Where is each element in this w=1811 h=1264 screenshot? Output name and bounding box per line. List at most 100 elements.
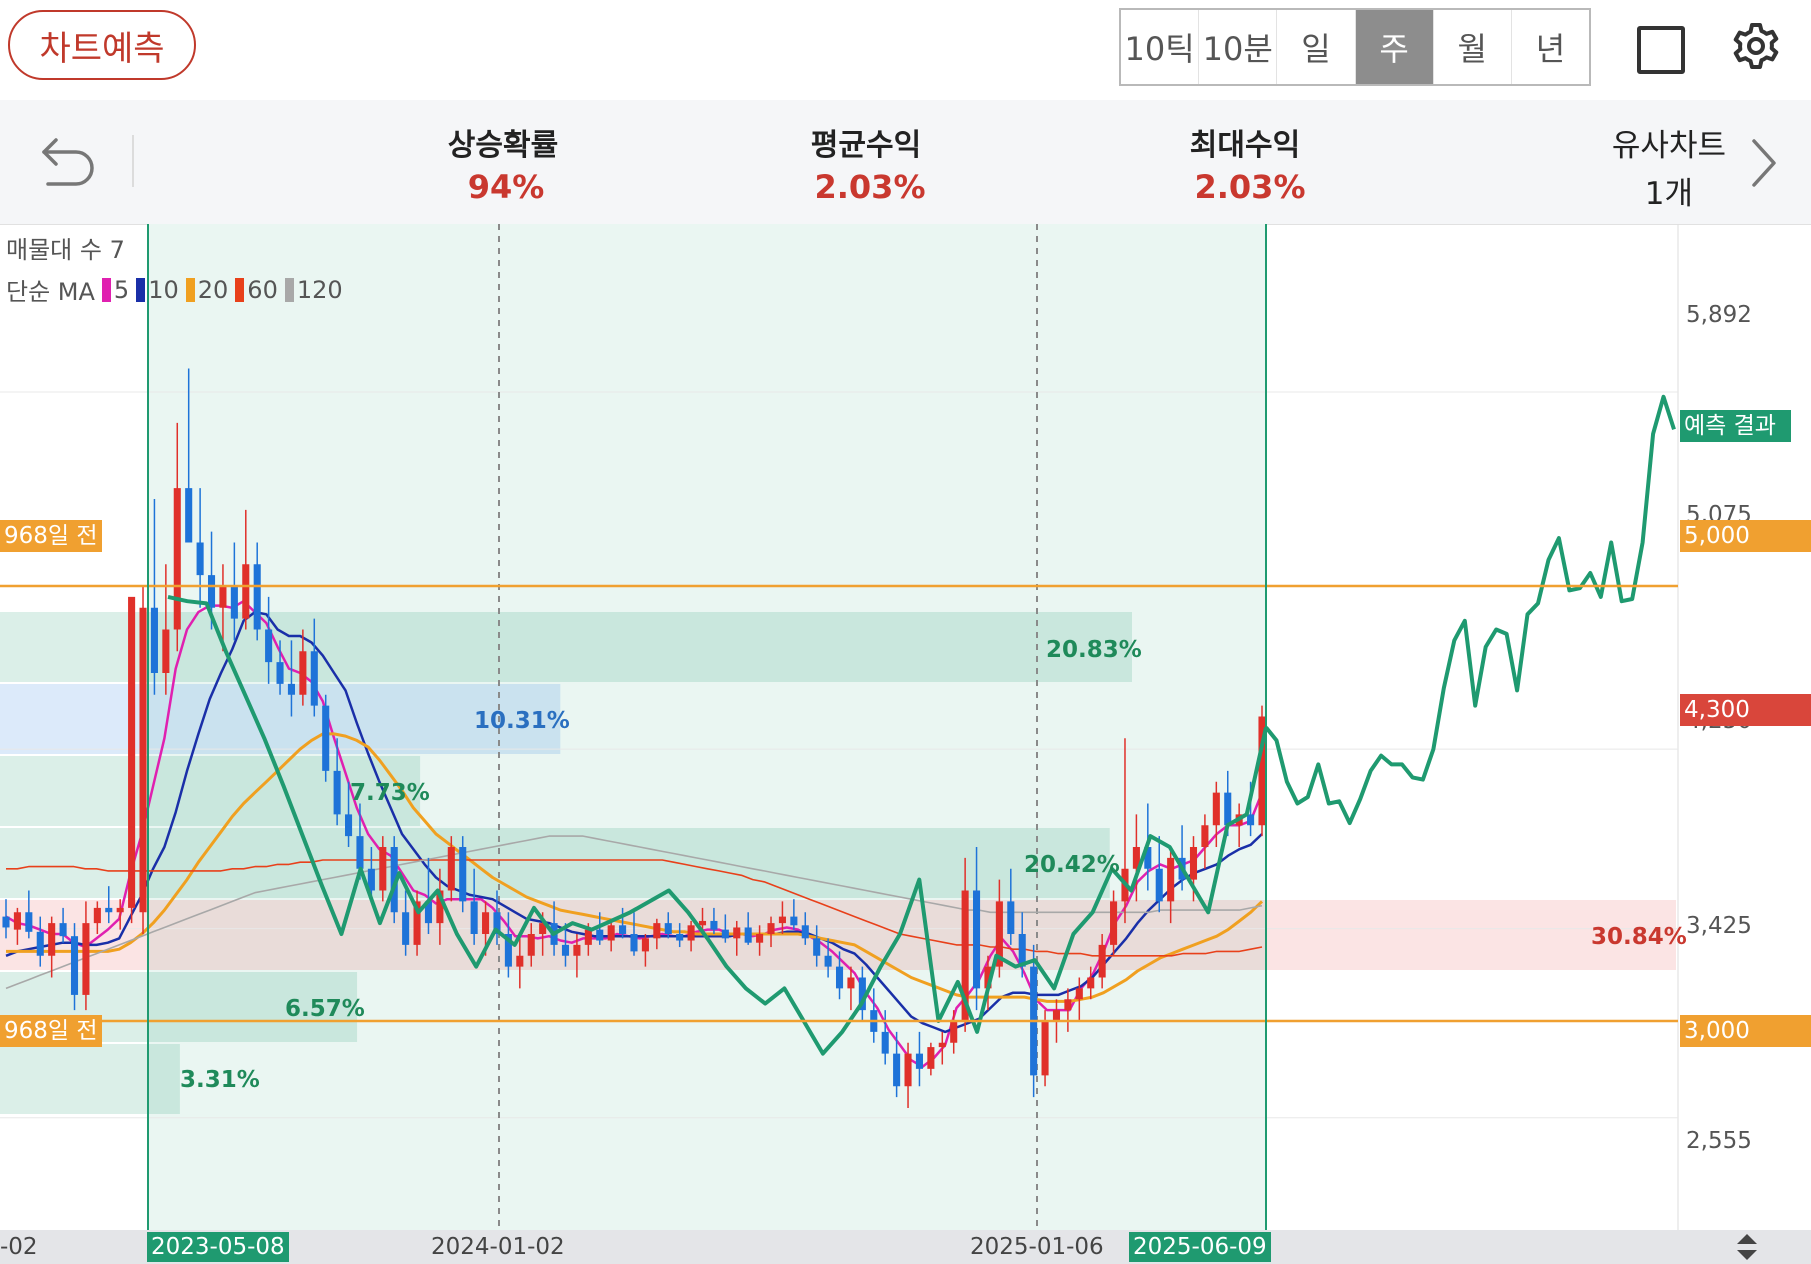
period-year-button[interactable]: 년 bbox=[1512, 10, 1589, 84]
candle-body bbox=[59, 923, 67, 937]
prediction-line bbox=[1264, 394, 1676, 826]
candle-body bbox=[139, 607, 147, 913]
candle-body bbox=[196, 542, 204, 576]
candle-body bbox=[128, 596, 136, 908]
candle-body bbox=[1167, 857, 1175, 902]
candle-body bbox=[1110, 901, 1118, 945]
ma5-swatch bbox=[101, 277, 111, 302]
candle-body bbox=[1201, 825, 1209, 847]
chevron-right-icon[interactable] bbox=[1748, 135, 1780, 191]
candle-body bbox=[219, 586, 227, 608]
gear-icon[interactable] bbox=[1728, 18, 1784, 74]
candle-body bbox=[893, 1053, 901, 1087]
candle-body bbox=[207, 575, 216, 608]
candle-body bbox=[459, 847, 467, 902]
candle-body bbox=[756, 934, 764, 943]
candle-body bbox=[470, 901, 478, 934]
candle-body bbox=[687, 925, 695, 941]
candle-body bbox=[36, 931, 44, 956]
ma120-swatch bbox=[284, 277, 294, 302]
candle-body bbox=[287, 683, 295, 695]
candle-body bbox=[847, 977, 855, 989]
candle-body bbox=[1007, 901, 1015, 934]
candle-body bbox=[1064, 999, 1072, 1011]
price-chart[interactable] bbox=[0, 224, 1811, 1230]
ma5-label: 5 bbox=[113, 275, 130, 304]
price-tick-2555: 2,555 bbox=[1686, 1128, 1752, 1154]
price-tag-3000: 3,000 bbox=[1680, 1015, 1811, 1047]
candle-body bbox=[573, 944, 581, 956]
x-label-left-cut: -02 bbox=[0, 1234, 38, 1260]
period-day-button[interactable]: 일 bbox=[1277, 10, 1356, 84]
period-10min-button[interactable]: 10분 bbox=[1199, 10, 1278, 84]
candle-body bbox=[253, 564, 261, 630]
candle-body bbox=[619, 925, 627, 934]
candle-body bbox=[482, 912, 490, 934]
candle-body bbox=[641, 938, 649, 952]
volume-profile-bar-7 bbox=[0, 1044, 180, 1114]
top-bar: 차트예측 10틱 10분 일 주 월 년 bbox=[0, 0, 1811, 100]
candle-body bbox=[664, 923, 672, 934]
scroll-arrows-icon[interactable] bbox=[1735, 1232, 1759, 1262]
candle-body bbox=[276, 662, 284, 684]
candle-body bbox=[242, 564, 250, 619]
undo-icon[interactable] bbox=[36, 132, 98, 188]
similar-chart-count[interactable]: 1개 bbox=[1560, 168, 1693, 213]
candle-body bbox=[698, 920, 707, 926]
candle-body bbox=[1155, 868, 1163, 902]
candle-body bbox=[561, 944, 570, 956]
price-tag-5000: 5,000 bbox=[1680, 520, 1811, 552]
period-10tick-button[interactable]: 10틱 bbox=[1121, 10, 1200, 84]
candle-body bbox=[185, 488, 193, 543]
period-month-button[interactable]: 월 bbox=[1434, 10, 1512, 84]
candle-body bbox=[710, 920, 718, 930]
x-label-2024: 2024-01-02 bbox=[431, 1234, 565, 1260]
candle-body bbox=[345, 814, 353, 837]
candle-body bbox=[607, 925, 615, 941]
ma120-label: 120 bbox=[296, 275, 343, 304]
ma10-label: 10 bbox=[148, 275, 179, 304]
candle-body bbox=[527, 934, 535, 956]
candle-body bbox=[744, 927, 752, 943]
candle-body bbox=[333, 770, 341, 815]
candle-body bbox=[778, 916, 786, 924]
candle-body bbox=[265, 629, 273, 663]
avg-return-label: 평균수익 bbox=[810, 128, 922, 163]
fullscreen-square-icon[interactable] bbox=[1637, 26, 1685, 74]
rise-probability-value: 94% bbox=[467, 168, 545, 206]
candle-body bbox=[1212, 792, 1220, 826]
candle-body bbox=[173, 488, 181, 630]
candle-body bbox=[48, 923, 56, 956]
candle-body bbox=[676, 934, 684, 941]
period-week-button[interactable]: 주 bbox=[1355, 10, 1434, 84]
vp-label-2: 10.31% bbox=[474, 708, 570, 734]
stats-divider bbox=[132, 135, 134, 187]
max-return-value: 2.03% bbox=[1194, 168, 1306, 206]
current-price-tag: 4,300 bbox=[1680, 694, 1811, 726]
candle-body bbox=[1052, 1010, 1061, 1021]
x-label-2025: 2025-01-06 bbox=[970, 1234, 1104, 1260]
candle-body bbox=[82, 923, 90, 995]
rise-probability-label: 상승확률 bbox=[447, 128, 559, 163]
candle-body bbox=[801, 925, 809, 939]
candle-body bbox=[824, 955, 832, 967]
candle-body bbox=[402, 912, 410, 945]
vp-label-3: 7.73% bbox=[350, 780, 430, 806]
candle-body bbox=[356, 836, 364, 869]
chart-predict-button[interactable]: 차트예측 bbox=[8, 10, 196, 80]
candle-body bbox=[116, 907, 124, 913]
candle-body bbox=[2, 916, 10, 928]
candle-body bbox=[950, 1021, 958, 1043]
candle-body bbox=[1247, 814, 1255, 826]
candle-body bbox=[584, 929, 592, 945]
candle-body bbox=[904, 1053, 912, 1087]
candle-body bbox=[1087, 977, 1095, 989]
candle-body bbox=[447, 847, 455, 891]
ma-legend-title: 단순 MA bbox=[6, 278, 95, 306]
price-tick-3425: 3,425 bbox=[1686, 913, 1752, 939]
candle-body bbox=[915, 1053, 923, 1069]
similar-chart-label[interactable]: 유사차트 bbox=[1560, 120, 1726, 165]
volume-profile-count: 매물대 수 7 bbox=[6, 236, 125, 264]
ma-legend: 단순 MA 5 10 20 60 120 bbox=[6, 272, 343, 307]
vp-label-4: 20.42% bbox=[1024, 852, 1120, 878]
